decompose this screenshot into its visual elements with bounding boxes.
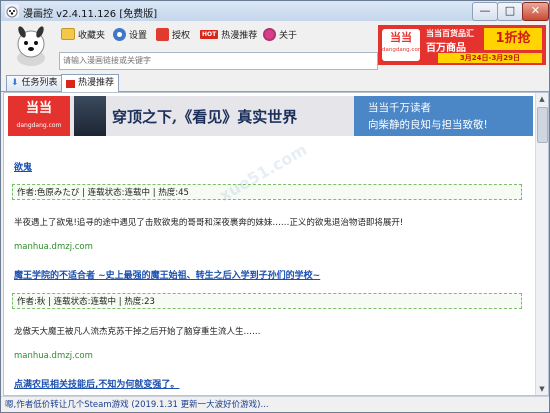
status-bar[interactable]: 嗯,作者低价转让几个Steam游戏 (2019.1.31 更新一大波好价游戏).… (1, 396, 549, 412)
mid-banner-site: dangdang.com (16, 122, 62, 129)
mid-banner-photo (74, 96, 106, 136)
settings-label: 设置 (129, 30, 148, 41)
window-title: 漫画控 v2.4.11.126 [免费版] (23, 9, 158, 20)
maximize-button[interactable]: □ (497, 2, 523, 21)
authorize-button[interactable]: 授权 (156, 27, 190, 41)
top-banner-brand: 当当 (390, 31, 412, 44)
comic-title-link[interactable]: 欲鬼 (14, 160, 32, 173)
close-button[interactable]: ✕ (522, 2, 549, 21)
favorites-label: 收藏夹 (78, 30, 106, 41)
mid-banner-brand: 当当 (25, 101, 52, 116)
favorites-button[interactable]: 收藏夹 (61, 27, 105, 41)
tab-task-list[interactable]: ⬇ 任务列表 (6, 75, 63, 91)
scroll-up-icon[interactable]: ▲ (536, 93, 548, 105)
help-icon (263, 27, 276, 41)
comic-description: 半夜遇上了欲鬼!追寻的途中遇见了击败欲鬼的哥哥和深夜裹奔的妹妹……正义的欲鬼退治… (14, 218, 404, 228)
search-input[interactable] (59, 52, 378, 70)
app-window: 漫画控 v2.4.11.126 [免费版] — □ ✕ 收藏夹 设置 授权 HO… (0, 0, 550, 413)
tab-hot-recommend[interactable]: 热漫推荐 (61, 74, 120, 92)
folder-icon (61, 28, 75, 40)
hot-tab-icon (66, 79, 75, 88)
vip-icon (156, 27, 169, 41)
gear-icon (113, 27, 126, 41)
about-label: 关于 (279, 30, 298, 41)
hot-badge-icon: HOT (200, 29, 219, 39)
mid-banner-line2: 向柴静的良知与担当致敬! (368, 119, 488, 131)
mid-banner-line1: 当当千万读者 (368, 102, 431, 114)
top-banner-site: dangdang.com (382, 47, 424, 53)
hot-recommend-label: 热漫推荐 (221, 30, 258, 41)
scroll-thumb[interactable] (537, 107, 548, 143)
mascot-logo (13, 26, 49, 68)
status-text[interactable]: 嗯,作者低价转让几个Steam游戏 (2019.1.31 更新一大波好价游戏).… (5, 400, 269, 410)
comic-description: 龙傲天大魔王被凡人流杰克苏干掉之后开始了脑穿重生流人生…… (14, 327, 261, 337)
scroll-down-icon[interactable]: ▼ (536, 383, 548, 395)
top-banner-sub: 百万商品 (426, 43, 466, 54)
about-button[interactable]: 关于 (263, 27, 297, 41)
app-logo-icon (5, 4, 19, 18)
authorize-label: 授权 (172, 30, 191, 41)
mid-ad-banner[interactable]: 当当 dangdang.com 穿顶之下,《看见》真实世界 当当千万读者 向柴静… (8, 96, 533, 136)
comic-source: manhua.dmzj.com (14, 242, 93, 252)
dangdang-logo: 当当 dangdang.com (382, 29, 424, 61)
top-banner-deal: 1折抢 (484, 28, 542, 50)
tab-task-list-label: 任务列表 (21, 78, 58, 88)
settings-button[interactable]: 设置 (113, 27, 147, 41)
comic-title-link[interactable]: 点满农民相关技能后,不知为何就变强了。 (14, 377, 179, 390)
mid-dangdang-logo: 当当 dangdang.com (8, 96, 70, 136)
top-banner-dates: 3月24日-3月29日 (438, 53, 542, 63)
recommend-list-panel: 当当 dangdang.com 穿顶之下,《看见》真实世界 当当千万读者 向柴静… (3, 92, 549, 396)
comic-meta-box: 作者:秋 | 连载状态:连载中 | 热度:23 (12, 293, 522, 309)
vertical-scrollbar[interactable]: ▲ ▼ (535, 93, 548, 395)
mid-banner-headline: 穿顶之下,《看见》真实世界 (112, 108, 298, 126)
mid-banner-right: 当当千万读者 向柴静的良知与担当致敬! (354, 96, 533, 136)
top-ad-banner[interactable]: 当当 dangdang.com 当当百货品汇 百万商品 1折抢 3月24日-3月… (378, 25, 546, 65)
comic-meta-box: 作者:色原みたび | 连载状态:连载中 | 热度:45 (12, 184, 522, 200)
comic-source: manhua.dmzj.com (14, 351, 93, 361)
download-icon: ⬇ (11, 78, 19, 88)
tab-hot-recommend-label: 热漫推荐 (78, 78, 115, 88)
minimize-button[interactable]: — (472, 2, 498, 21)
top-banner-headline: 当当百货品汇 (426, 29, 474, 38)
title-bar: 漫画控 v2.4.11.126 [免费版] — □ ✕ (1, 1, 549, 21)
tab-bar: ⬇ 任务列表 热漫推荐 (1, 74, 549, 92)
comic-title-link[interactable]: 魔王学院的不适合者 ~史上最强的魔王始祖、转生之后入学到子孙们的学校~ (14, 268, 320, 281)
hot-recommend-button[interactable]: HOT 热漫推荐 (200, 27, 257, 41)
